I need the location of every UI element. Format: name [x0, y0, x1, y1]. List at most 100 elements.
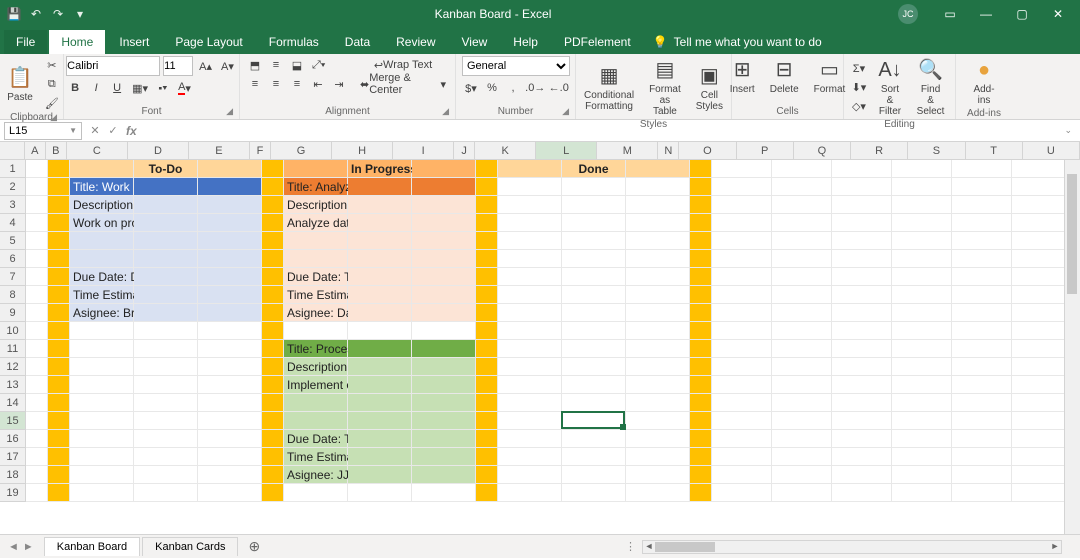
column-header[interactable]: R	[851, 142, 908, 160]
dialog-launcher-icon[interactable]: ◢	[562, 106, 569, 117]
cell[interactable]	[772, 376, 832, 394]
cell[interactable]	[198, 376, 262, 394]
cell[interactable]	[198, 286, 262, 304]
cell[interactable]	[48, 160, 70, 178]
cell[interactable]	[712, 340, 772, 358]
font-name-select[interactable]	[66, 56, 160, 76]
cell[interactable]	[70, 160, 134, 178]
cell[interactable]	[26, 268, 48, 286]
cell[interactable]	[476, 322, 498, 340]
cell[interactable]	[712, 286, 772, 304]
cell[interactable]	[198, 358, 262, 376]
sheet-tab-other[interactable]: Kanban Cards	[142, 537, 238, 556]
cell[interactable]	[262, 466, 284, 484]
cell[interactable]	[772, 484, 832, 502]
addins-button[interactable]: ●Add-ins	[962, 56, 1006, 108]
cell[interactable]	[832, 358, 892, 376]
cell[interactable]	[262, 448, 284, 466]
cell[interactable]	[626, 484, 690, 502]
cell[interactable]	[952, 178, 1012, 196]
cell[interactable]	[772, 304, 832, 322]
cell[interactable]: In Progress	[348, 160, 412, 178]
cut-icon[interactable]: ✂	[42, 56, 62, 74]
cell[interactable]	[1012, 466, 1072, 484]
increase-decimal-icon[interactable]: .0→	[525, 79, 546, 97]
cell[interactable]	[348, 484, 412, 502]
cell[interactable]	[952, 466, 1012, 484]
cell[interactable]	[712, 232, 772, 250]
row-header[interactable]: 6	[0, 250, 26, 268]
decrease-decimal-icon[interactable]: ←.0	[549, 79, 570, 97]
cell[interactable]: Asignee: Bronny	[70, 304, 134, 322]
cell[interactable]	[412, 430, 476, 448]
cell[interactable]	[832, 250, 892, 268]
cell[interactable]	[262, 358, 284, 376]
cell[interactable]	[772, 340, 832, 358]
minimize-icon[interactable]: —	[970, 7, 1002, 21]
delete-cells-button[interactable]: ⊟Delete	[764, 56, 805, 97]
tab-view[interactable]: View	[450, 30, 500, 54]
cell[interactable]	[832, 376, 892, 394]
column-header[interactable]: I	[393, 142, 454, 160]
cell[interactable]	[892, 268, 952, 286]
cell[interactable]	[498, 412, 562, 430]
cell[interactable]	[772, 178, 832, 196]
cell[interactable]	[1012, 304, 1072, 322]
cell[interactable]	[48, 484, 70, 502]
cell[interactable]	[562, 286, 626, 304]
cell[interactable]	[892, 448, 952, 466]
cell[interactable]	[626, 304, 690, 322]
cell[interactable]	[772, 358, 832, 376]
cell[interactable]	[1012, 484, 1072, 502]
sheet-tab-active[interactable]: Kanban Board	[44, 537, 140, 556]
cell[interactable]	[262, 232, 284, 250]
cell[interactable]	[832, 232, 892, 250]
cell[interactable]	[26, 196, 48, 214]
column-header[interactable]: H	[332, 142, 393, 160]
cell[interactable]	[412, 340, 476, 358]
cell[interactable]	[412, 448, 476, 466]
cell[interactable]	[70, 430, 134, 448]
tab-insert[interactable]: Insert	[107, 30, 161, 54]
cell[interactable]	[892, 322, 952, 340]
cell[interactable]	[198, 160, 262, 178]
cell[interactable]	[134, 268, 198, 286]
currency-icon[interactable]: $▾	[462, 79, 480, 97]
ribbon-options-icon[interactable]: ▭	[934, 7, 966, 21]
cell[interactable]	[832, 430, 892, 448]
orientation-icon[interactable]: ⤢▾	[309, 56, 328, 74]
cell[interactable]	[892, 340, 952, 358]
cell[interactable]	[690, 286, 712, 304]
cell[interactable]	[262, 484, 284, 502]
column-header[interactable]: E	[189, 142, 250, 160]
cell[interactable]	[476, 286, 498, 304]
cell[interactable]	[284, 322, 348, 340]
insert-cells-button[interactable]: ⊞Insert	[724, 56, 761, 97]
cell[interactable]	[562, 484, 626, 502]
cell[interactable]	[1012, 160, 1072, 178]
cell[interactable]	[198, 430, 262, 448]
cell[interactable]	[626, 430, 690, 448]
cell[interactable]	[772, 160, 832, 178]
cell[interactable]	[134, 448, 198, 466]
tab-review[interactable]: Review	[384, 30, 447, 54]
merge-center-button[interactable]: ⬌ Merge & Center ▾	[357, 75, 449, 93]
cell[interactable]	[626, 412, 690, 430]
cell[interactable]	[712, 268, 772, 286]
cell[interactable]	[832, 196, 892, 214]
cell[interactable]	[134, 340, 198, 358]
font-size-select[interactable]	[163, 56, 193, 76]
cell[interactable]	[476, 268, 498, 286]
cell[interactable]	[134, 178, 198, 196]
cell[interactable]	[712, 430, 772, 448]
cell[interactable]	[262, 286, 284, 304]
cell[interactable]	[48, 286, 70, 304]
cell[interactable]	[48, 232, 70, 250]
cell[interactable]	[952, 358, 1012, 376]
cell[interactable]	[348, 214, 412, 232]
cell[interactable]	[690, 340, 712, 358]
cell[interactable]	[498, 232, 562, 250]
cell[interactable]	[952, 412, 1012, 430]
cell[interactable]	[952, 268, 1012, 286]
cell[interactable]	[284, 232, 348, 250]
